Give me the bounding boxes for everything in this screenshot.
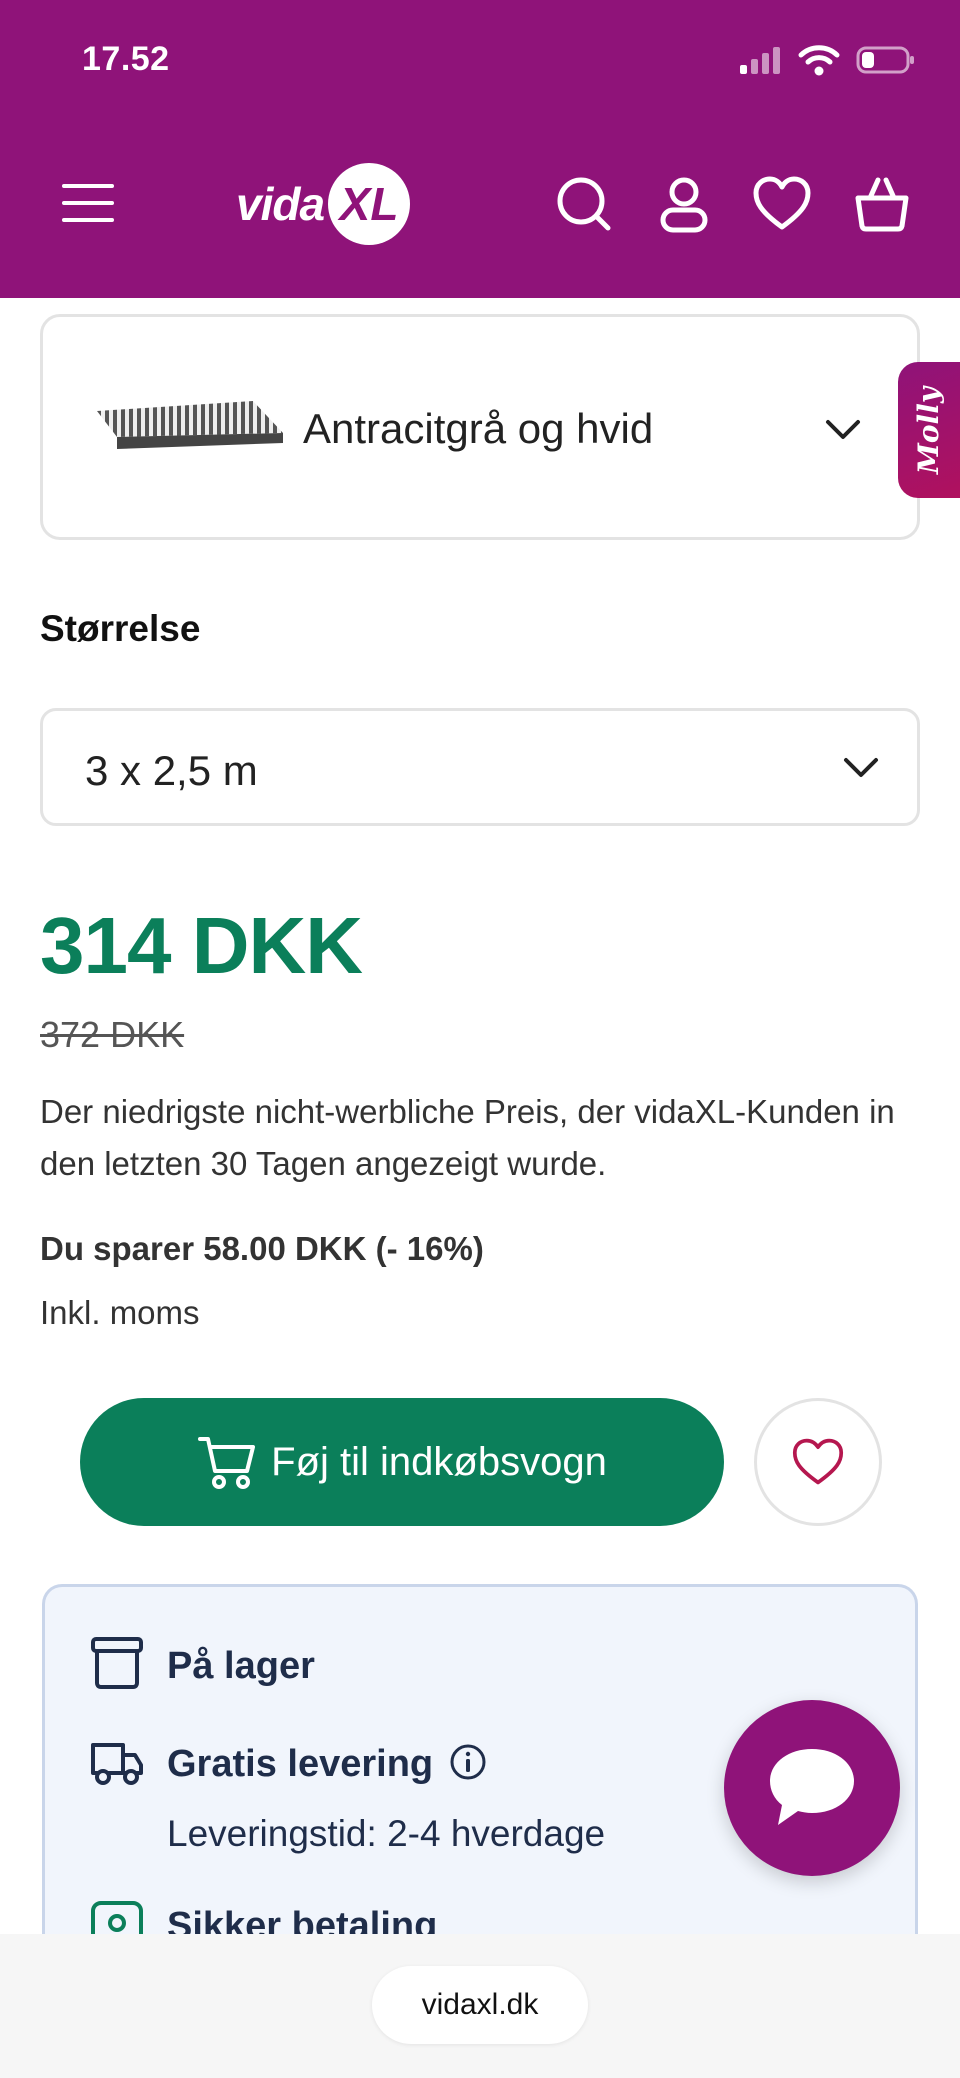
chat-bubble-icon <box>770 1749 854 1825</box>
price-note: Der niedrigste nicht-werbliche Preis, de… <box>40 1093 895 1182</box>
chevron-down-icon <box>826 420 860 439</box>
status-icons <box>738 44 916 76</box>
cart-icon <box>198 1437 256 1489</box>
heart-icon <box>792 1438 844 1485</box>
heart-icon[interactable] <box>752 174 812 234</box>
old-price: 372 DKK <box>40 1014 185 1055</box>
stock-status: På lager <box>167 1645 315 1687</box>
brand-text: vida <box>236 178 325 230</box>
size-select[interactable]: 3 x 2,5 m <box>40 708 920 826</box>
molly-assistant-tab[interactable]: Molly <box>898 362 960 498</box>
chat-button[interactable] <box>724 1700 900 1876</box>
product-thumbnail <box>97 401 283 449</box>
search-icon[interactable] <box>554 174 614 234</box>
molly-label: Molly <box>912 386 946 474</box>
address-bar[interactable]: vidaxl.dk <box>372 1966 588 2044</box>
browser-bottom-bar: vidaxl.dk <box>0 1934 960 2078</box>
truck-icon <box>91 1743 143 1785</box>
menu-icon[interactable] <box>62 182 114 224</box>
cart-icon[interactable] <box>852 174 912 234</box>
brand-mark: XL <box>328 163 411 245</box>
size-value: 3 x 2,5 m <box>85 747 258 794</box>
app-header: 17.52 vida XL <box>0 0 960 298</box>
battery-icon <box>856 46 914 74</box>
wifi-icon <box>798 45 840 76</box>
box-icon <box>91 1637 143 1689</box>
delivery-time: Leveringstid: 2-4 hverdage <box>167 1813 606 1854</box>
nav-bar: vida XL <box>0 160 960 250</box>
add-to-cart-label: Føj til indkøbsvogn <box>271 1439 607 1484</box>
color-variant-select[interactable]: Antracitgrå og hvid <box>40 314 920 540</box>
brand-logo[interactable]: vida XL <box>236 163 411 245</box>
size-heading: Størrelse <box>40 608 201 649</box>
current-price: 314 DKK <box>40 901 363 990</box>
status-time: 17.52 <box>82 40 170 78</box>
user-icon[interactable] <box>654 174 714 234</box>
info-icon[interactable] <box>449 1743 487 1781</box>
add-to-cart-button[interactable]: Føj til indkøbsvogn <box>80 1398 724 1526</box>
free-shipping-label: Gratis levering <box>167 1743 434 1785</box>
cellular-signal-icon <box>740 47 780 74</box>
chevron-down-icon <box>844 758 878 777</box>
color-variant-label: Antracitgrå og hvid <box>303 405 654 452</box>
vat-text: Inkl. moms <box>40 1294 200 1331</box>
savings-text: Du sparer 58.00 DKK (- 16%) <box>40 1230 484 1267</box>
wishlist-button[interactable] <box>754 1398 882 1526</box>
